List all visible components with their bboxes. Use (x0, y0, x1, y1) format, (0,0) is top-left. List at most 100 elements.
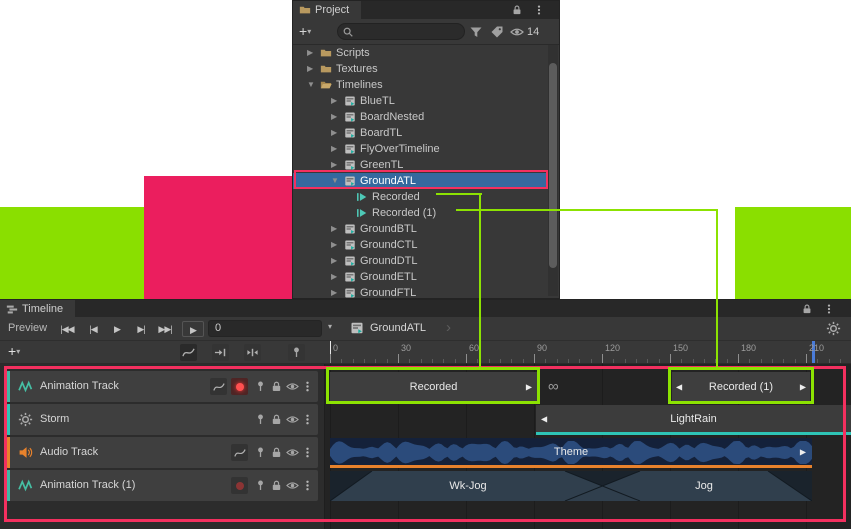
eye-icon[interactable] (286, 380, 299, 393)
eye-icon[interactable] (286, 479, 299, 492)
tree-item-boardnested[interactable]: ▶BoardNested (293, 109, 547, 125)
add-track-button[interactable]: +▾ (8, 343, 20, 359)
foldout-closed-icon[interactable]: ▶ (331, 285, 337, 298)
tree-item-textures[interactable]: ▶Textures (293, 61, 547, 77)
tree-item-boardtl[interactable]: ▶BoardTL (293, 125, 547, 141)
ease-out-handle-icon[interactable]: ▶ (526, 383, 532, 392)
clip-jog[interactable]: Jog (664, 471, 744, 501)
pin-icon[interactable] (254, 380, 267, 393)
kebab-menu-icon[interactable] (823, 303, 835, 315)
kebab-menu-icon[interactable] (301, 446, 314, 459)
pin-icon[interactable] (254, 446, 267, 459)
foldout-closed-icon[interactable]: ▶ (331, 157, 337, 173)
search-field[interactable] (337, 23, 465, 40)
tree-item-flyovertimeline[interactable]: ▶FlyOverTimeline (293, 141, 547, 157)
lock-icon[interactable] (270, 380, 283, 393)
tree-item-recorded-1[interactable]: Recorded (1) (293, 205, 547, 221)
clip-theme[interactable]: Theme ▶ (330, 438, 812, 468)
tree-item-timelines[interactable]: ▼Timelines (293, 77, 547, 93)
record-button[interactable] (231, 378, 248, 395)
tree-item-greentl[interactable]: ▶GreenTL (293, 157, 547, 173)
timeline-tab-icon (6, 303, 18, 315)
ease-in-handle-icon[interactable]: ◀ (676, 383, 682, 392)
tree-item-groundftl[interactable]: ▶GroundFTL (293, 285, 547, 298)
tree-item-groundetl[interactable]: ▶GroundETL (293, 269, 547, 285)
eye-icon[interactable] (286, 413, 299, 426)
track-header-animation-track[interactable]: Animation Track (6, 371, 318, 402)
timeline-asset-icon (344, 127, 356, 139)
foldout-closed-icon[interactable]: ▶ (331, 221, 337, 237)
kebab-menu-icon[interactable] (533, 4, 545, 16)
clip-lightrain[interactable]: ◀ LightRain (536, 405, 851, 435)
tree-item-grounddtl[interactable]: ▶GroundDTL (293, 253, 547, 269)
foldout-closed-icon[interactable]: ▶ (331, 125, 337, 141)
foldout-closed-icon[interactable]: ▶ (331, 253, 337, 269)
preview-toggle-button[interactable]: Preview (8, 322, 47, 334)
foldout-closed-icon[interactable]: ▶ (331, 269, 337, 285)
next-frame-button[interactable]: ▶| (130, 321, 152, 337)
lock-icon[interactable] (270, 446, 283, 459)
foldout-closed-icon[interactable]: ▶ (331, 237, 337, 253)
track-header-animation-track-1[interactable]: Animation Track (1) (6, 470, 318, 501)
lock-icon[interactable] (270, 479, 283, 492)
frame-dropdown-arrow-icon[interactable]: ▾ (328, 322, 332, 331)
kebab-menu-icon[interactable] (301, 413, 314, 426)
kebab-menu-icon[interactable] (301, 380, 314, 393)
foldout-open-icon[interactable]: ▼ (307, 77, 315, 93)
lock-icon[interactable] (801, 303, 813, 315)
clip-wkjog[interactable]: Wk-Jog (428, 471, 508, 501)
ease-in-handle-icon[interactable]: ◀ (541, 414, 547, 423)
lock-icon[interactable] (511, 4, 523, 16)
mix-mode-button[interactable] (212, 344, 229, 361)
tree-item-groundatl[interactable]: ▼GroundATL (293, 173, 547, 189)
tab-timeline[interactable]: Timeline (0, 300, 75, 317)
tab-project[interactable]: Project (293, 1, 361, 19)
lock-icon[interactable] (270, 413, 283, 426)
tree-item-recorded[interactable]: Recorded (293, 189, 547, 205)
foldout-closed-icon[interactable]: ▶ (307, 61, 313, 77)
scrollbar-thumb[interactable] (549, 63, 557, 268)
add-asset-button[interactable]: +▾ (299, 22, 325, 40)
foldout-open-icon[interactable]: ▼ (331, 173, 339, 189)
project-scrollbar[interactable] (548, 45, 558, 296)
time-ruler[interactable]: 0306090120150180210 (328, 341, 851, 363)
clip-recorded[interactable]: Recorded ▶ (330, 372, 537, 402)
record-button[interactable] (231, 477, 248, 494)
tree-item-bluetl[interactable]: ▶BlueTL (293, 93, 547, 109)
track-header-audio-track[interactable]: Audio Track (6, 437, 318, 468)
foldout-closed-icon[interactable]: ▶ (331, 109, 337, 125)
curves-toggle-button[interactable] (210, 378, 227, 395)
tree-item-groundctl[interactable]: ▶GroundCTL (293, 237, 547, 253)
go-to-start-button[interactable]: |◀◀ (56, 321, 78, 337)
clip-recorded-1[interactable]: ◀ Recorded (1) ▶ (672, 372, 810, 402)
eye-icon[interactable] (286, 446, 299, 459)
ripple-mode-button[interactable] (244, 344, 261, 361)
previous-frame-button[interactable]: |◀ (82, 321, 104, 337)
hidden-count-eye-icon[interactable] (510, 25, 524, 39)
marker-toggle-button[interactable] (288, 344, 305, 361)
track-header-storm[interactable]: Storm (6, 404, 318, 435)
ease-out-handle-icon[interactable]: ▶ (800, 447, 806, 456)
play-button[interactable]: ▶ (106, 321, 128, 337)
search-input[interactable] (358, 24, 458, 39)
curves-toggle-button[interactable] (231, 444, 248, 461)
foldout-closed-icon[interactable]: ▶ (307, 45, 313, 61)
gear-settings-icon[interactable] (826, 321, 841, 336)
header-content-divider[interactable] (324, 364, 325, 529)
tree-item-scripts[interactable]: ▶Scripts (293, 45, 547, 61)
frame-field[interactable]: 0 (208, 320, 322, 337)
kebab-menu-icon[interactable] (301, 479, 314, 492)
ease-out-handle-icon[interactable]: ▶ (800, 383, 806, 392)
search-by-label-icon[interactable] (490, 25, 504, 39)
foldout-closed-icon[interactable]: ▶ (331, 93, 337, 109)
pin-icon[interactable] (254, 479, 267, 492)
search-by-type-icon[interactable] (469, 25, 483, 39)
foldout-closed-icon[interactable]: ▶ (331, 141, 337, 157)
curves-view-button[interactable] (180, 344, 197, 361)
track-content-area[interactable]: Recorded ▶ ∞ ◀ Recorded (1) ▶ ◀ LightRai… (324, 364, 851, 529)
pin-icon[interactable] (254, 413, 267, 426)
breadcrumb-groundatl[interactable]: GroundATL (370, 322, 426, 334)
tree-item-groundbtl[interactable]: ▶GroundBTL (293, 221, 547, 237)
go-to-end-button[interactable]: ▶▶| (154, 321, 176, 337)
play-range-button[interactable]: ▶ (182, 321, 204, 337)
